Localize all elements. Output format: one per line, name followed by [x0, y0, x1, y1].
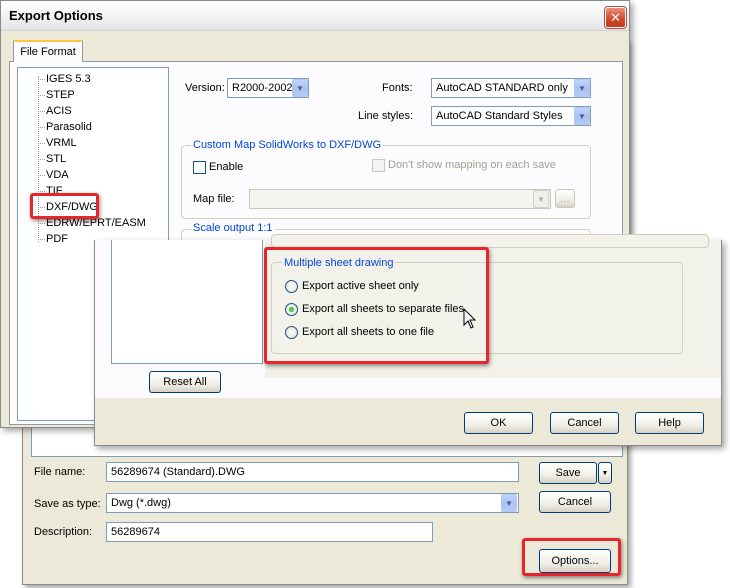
ok-button[interactable]: OK [464, 412, 533, 434]
tree-line [38, 95, 45, 96]
multi-sheet-highlight [264, 247, 489, 364]
tree-line [38, 143, 45, 144]
help-button[interactable]: Help [635, 412, 704, 434]
window-title: Export Options [9, 8, 103, 23]
help-button-label: Help [658, 417, 681, 429]
tab-file-format[interactable]: File Format [13, 40, 83, 62]
dont-show-mapping-checkbox[interactable] [372, 159, 385, 172]
save-split-arrow-button[interactable]: ▼ [598, 462, 612, 484]
map-file-select[interactable] [249, 189, 551, 209]
dropdown-arrow-icon[interactable]: ▼ [574, 79, 590, 97]
cancel-button[interactable]: Cancel [539, 491, 611, 513]
reset-all-button[interactable]: Reset All [149, 371, 221, 393]
tree-line [38, 127, 45, 128]
line-styles-select[interactable]: AutoCAD Standard Styles [431, 106, 591, 126]
dropdown-arrow-icon[interactable]: ▼ [574, 107, 590, 125]
dropdown-arrow-icon[interactable]: ▼ [533, 190, 549, 208]
save-button-label: Save [555, 467, 581, 479]
reset-all-button-label: Reset All [163, 376, 207, 388]
tree-line [38, 191, 45, 192]
fonts-label: Fonts: [382, 82, 413, 94]
tree-line [38, 79, 45, 80]
tree-line [38, 175, 45, 176]
ok-button-label: OK [490, 417, 507, 429]
tree-item-stl[interactable]: STL [46, 152, 66, 166]
tree-line [38, 223, 45, 224]
dropdown-arrow-icon: ▼ [601, 469, 609, 477]
upper-group-remnant [271, 234, 709, 248]
tree-item-parasolid[interactable]: Parasolid [46, 120, 92, 134]
description-label: Description: [34, 526, 93, 538]
save-button[interactable]: Save [539, 462, 597, 484]
dxf-dwg-highlight [30, 193, 99, 219]
description-input[interactable]: 56289674 [106, 522, 433, 542]
dropdown-arrow-icon[interactable]: ▼ [501, 494, 517, 512]
enable-checkbox[interactable] [193, 161, 206, 174]
tree-item-step[interactable]: STEP [46, 88, 75, 102]
dropdown-arrow-icon[interactable]: ▼ [292, 79, 308, 97]
browse-button[interactable]: ... [555, 189, 575, 208]
browse-button-label: ... [560, 192, 570, 205]
tree-item-iges[interactable]: IGES 5.3 [46, 72, 91, 86]
version-label: Version: [185, 82, 225, 94]
tree-item-pdf[interactable]: PDF [46, 232, 68, 246]
save-as-type-select[interactable]: Dwg (*.dwg) [106, 493, 519, 513]
close-icon[interactable]: ✕ [604, 6, 627, 29]
cancel-button-label: Cancel [557, 496, 593, 508]
tree-item-vrml[interactable]: VRML [46, 136, 77, 150]
tab-label: File Format [20, 46, 76, 58]
file-name-label: File name: [34, 466, 86, 478]
tree-item-vda[interactable]: VDA [46, 168, 69, 182]
map-file-label: Map file: [193, 193, 235, 205]
dont-show-mapping-label: Don't show mapping on each save [388, 159, 556, 171]
fonts-select[interactable]: AutoCAD STANDARD only [431, 78, 591, 98]
custom-map-title: Custom Map SolidWorks to DXF/DWG [191, 139, 384, 151]
options-tree-remnant [111, 240, 263, 364]
tree-line [38, 239, 45, 240]
cancel-dialog-button-label: Cancel [567, 417, 602, 429]
save-as-type-label: Save as type: [34, 498, 101, 510]
tree-line [38, 111, 45, 112]
tree-line [38, 159, 45, 160]
enable-label: Enable [209, 161, 244, 173]
cancel-dialog-button[interactable]: Cancel [550, 412, 619, 434]
options-highlight [522, 538, 621, 576]
scale-output-title: Scale output 1:1 [191, 222, 275, 234]
title-bar: Export Options ✕ [1, 1, 629, 31]
tree-item-acis[interactable]: ACIS [46, 104, 72, 118]
file-name-input[interactable]: 56289674 (Standard).DWG [106, 462, 519, 482]
line-styles-label: Line styles: [358, 110, 414, 122]
